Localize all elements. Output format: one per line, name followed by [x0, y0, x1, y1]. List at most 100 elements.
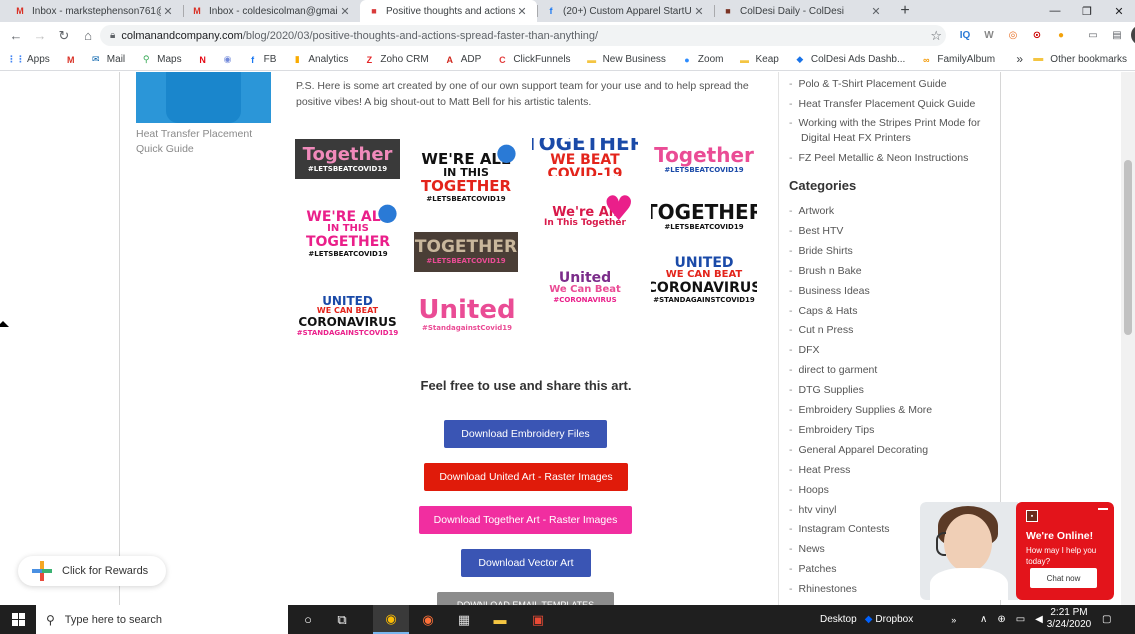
w-extension-icon[interactable]: W [979, 25, 999, 45]
taskbar-calculator[interactable]: ▦ [446, 605, 482, 634]
profile-avatar[interactable]: ● [1131, 25, 1135, 45]
bookmarks-overflow-button[interactable]: » [1016, 52, 1023, 66]
browser-tab[interactable]: ■ ColDesi Daily - ColDesi ✕ [714, 0, 891, 22]
battery-icon[interactable]: ▭ [1016, 614, 1025, 625]
download-united-art-button[interactable]: Download United Art - Raster Images [424, 463, 628, 491]
bookmark-item[interactable]: ▬ New Business [586, 54, 666, 66]
category-link[interactable]: Artwork [789, 205, 835, 217]
tab-close-icon[interactable]: ✕ [692, 5, 706, 18]
notifications-button[interactable]: ▢ [1102, 605, 1111, 634]
other-bookmarks[interactable]: ▬ Other bookmarks [1033, 53, 1127, 65]
sidebar-guide-link[interactable]: Heat Transfer Placement Quick Guide [789, 97, 989, 112]
lastpass-extension-icon[interactable]: ⊙ [1027, 25, 1047, 45]
dropbox-label[interactable]: Dropbox [875, 614, 913, 625]
art-image[interactable]: Together #LETSBEATCOVID19 [651, 138, 757, 180]
task-view-button[interactable]: ⧉ [324, 605, 360, 634]
art-image[interactable]: UNITED WE CAN BEAT CORONAVIRUS #STANDAGAINS… [651, 252, 757, 307]
tab-close-icon[interactable]: ✕ [515, 5, 529, 18]
bookmark-item[interactable]: ● Zoom [681, 54, 723, 66]
chat-now-button[interactable]: Chat now [1030, 568, 1097, 588]
bookmark-item[interactable]: ⋮⋮ Apps [7, 54, 50, 66]
taskbar-firefox[interactable]: ◉ [410, 605, 446, 634]
art-image[interactable]: TOGETHER#LETSBEATCOVID19 [651, 196, 757, 236]
tray-overflow-icon[interactable]: » [951, 615, 956, 625]
category-link[interactable]: Business Ideas [789, 285, 870, 297]
bookmark-item[interactable]: C ClickFunnels [496, 54, 571, 66]
bookmark-item[interactable]: N [197, 54, 214, 66]
desktop-toolbar-label[interactable]: Desktop [820, 614, 857, 625]
category-link[interactable]: Heat Press [789, 464, 851, 476]
art-image[interactable]: TOGETHERWE BEAT COVID-19 [532, 138, 638, 176]
bookmark-star-icon[interactable]: ☆ [930, 28, 942, 44]
art-image[interactable]: ● WE'RE ALL IN THIS TOGETHER #LETSBEATCOVID1… [413, 138, 519, 216]
page-scrollbar[interactable] [1121, 72, 1135, 605]
start-button[interactable] [0, 605, 36, 634]
art-image[interactable]: United We Can Beat #CORONAVIRUS [532, 262, 638, 312]
tshirt-thumbnail[interactable] [136, 72, 271, 123]
address-bar[interactable]: 🔒︎ colmanandcompany.com/blog/2020/03/pos… [100, 25, 946, 46]
bookmark-item[interactable]: ∞ FamilyAlbum [920, 54, 995, 66]
taskbar-file-explorer[interactable]: ▬ [482, 605, 518, 634]
bookmark-item[interactable]: f FB [247, 54, 276, 66]
category-link[interactable]: Embroidery Tips [789, 424, 875, 436]
art-image[interactable]: ♥ We're All In This Together [532, 192, 638, 242]
category-link[interactable]: Rhinestones [789, 583, 857, 595]
browser-tab[interactable]: f (20+) Custom Apparel StartUps ✕ [537, 0, 714, 22]
sidebar-guide-link[interactable]: FZ Peel Metallic & Neon Instructions [789, 151, 989, 166]
tab-close-icon[interactable]: ✕ [161, 5, 175, 18]
show-hidden-icons[interactable]: ∧ [980, 614, 987, 625]
forward-button[interactable]: → [28, 24, 52, 48]
network-icon[interactable]: ⊕ [997, 614, 1005, 625]
bookmark-item[interactable]: ▬ Keap [738, 54, 779, 66]
rewards-button[interactable]: Click for Rewards [18, 556, 166, 586]
taskbar-app[interactable]: ▣ [520, 605, 556, 634]
category-link[interactable]: Embroidery Supplies & More [789, 404, 933, 416]
art-image[interactable]: TOGETHER#LETSBEATCOVID19 [414, 232, 518, 272]
category-link[interactable]: Best HTV [789, 225, 844, 237]
sidebar-guide-link[interactable]: Polo & T-Shirt Placement Guide [789, 77, 989, 92]
close-window-button[interactable]: ✕ [1103, 0, 1135, 22]
menu-icon[interactable]: ▤ [1107, 25, 1127, 45]
sidebar-guide-link[interactable]: Working with the Stripes Print Mode for … [789, 116, 989, 146]
bookmark-item[interactable]: Z Zoho CRM [363, 54, 429, 66]
category-link[interactable]: News [789, 543, 825, 555]
art-image[interactable]: UNITED WE CAN BEAT CORONAVIRUS #STANDAGAINS… [295, 289, 400, 342]
scrollbar-thumb[interactable] [1124, 160, 1132, 335]
category-link[interactable]: htv vinyl [789, 504, 837, 516]
bookmark-item[interactable]: ✉ Mail [90, 54, 125, 66]
system-clock[interactable]: 2:21 PM 3/24/2020 [1040, 607, 1098, 631]
bookmark-item[interactable]: M [65, 54, 82, 66]
category-link[interactable]: Caps & Hats [789, 305, 858, 317]
cortana-button[interactable]: ○ [290, 605, 326, 634]
browser-tab[interactable]: ■ Positive thoughts and actions spr✕ [360, 0, 537, 22]
download-vector-art-button[interactable]: Download Vector Art [461, 549, 591, 577]
reload-button[interactable]: ↻ [52, 24, 76, 48]
bookmark-item[interactable]: ◆ ColDesi Ads Dashb... [794, 54, 905, 66]
browser-tab[interactable]: M Inbox - markstephenson761@gm✕ [6, 0, 183, 22]
bookmark-item[interactable]: ⚲ Maps [140, 54, 182, 66]
art-image[interactable]: United #StandagainstCovid19 [414, 287, 520, 342]
new-tab-button[interactable]: + [891, 0, 919, 22]
chat-minimize-button[interactable] [1098, 508, 1108, 510]
taskbar-chrome[interactable]: ◉ [373, 605, 409, 634]
bookmark-item[interactable]: A ADP [444, 54, 482, 66]
art-image[interactable]: ● WE'RE ALL IN THIS TOGETHER #LETSBEATCOVID1… [296, 198, 400, 270]
download-embroidery-button[interactable]: Download Embroidery Files [444, 420, 607, 448]
cast-icon[interactable]: ▭ [1083, 25, 1103, 45]
category-link[interactable]: Instagram Contests [789, 523, 890, 535]
category-link[interactable]: Patches [789, 563, 837, 575]
art-image[interactable]: Together #LETSBEATCOVID19 [295, 139, 400, 179]
minimize-button[interactable]: — [1039, 0, 1071, 22]
category-link[interactable]: DTG Supplies [789, 384, 864, 396]
back-button[interactable]: ← [4, 24, 28, 48]
category-link[interactable]: Brush n Bake [789, 265, 862, 277]
category-link[interactable]: Hoops [789, 484, 829, 496]
iq-extension-icon[interactable]: IQ [955, 25, 975, 45]
category-link[interactable]: Cut n Press [789, 324, 854, 336]
category-link[interactable]: direct to garment [789, 364, 878, 376]
home-button[interactable]: ⌂ [76, 24, 100, 48]
thumbnail-caption[interactable]: Heat Transfer Placement Quick Guide [136, 127, 271, 157]
category-link[interactable]: General Apparel Decorating [789, 444, 929, 456]
tab-close-icon[interactable]: ✕ [338, 5, 352, 18]
category-link[interactable]: DFX [789, 344, 820, 356]
